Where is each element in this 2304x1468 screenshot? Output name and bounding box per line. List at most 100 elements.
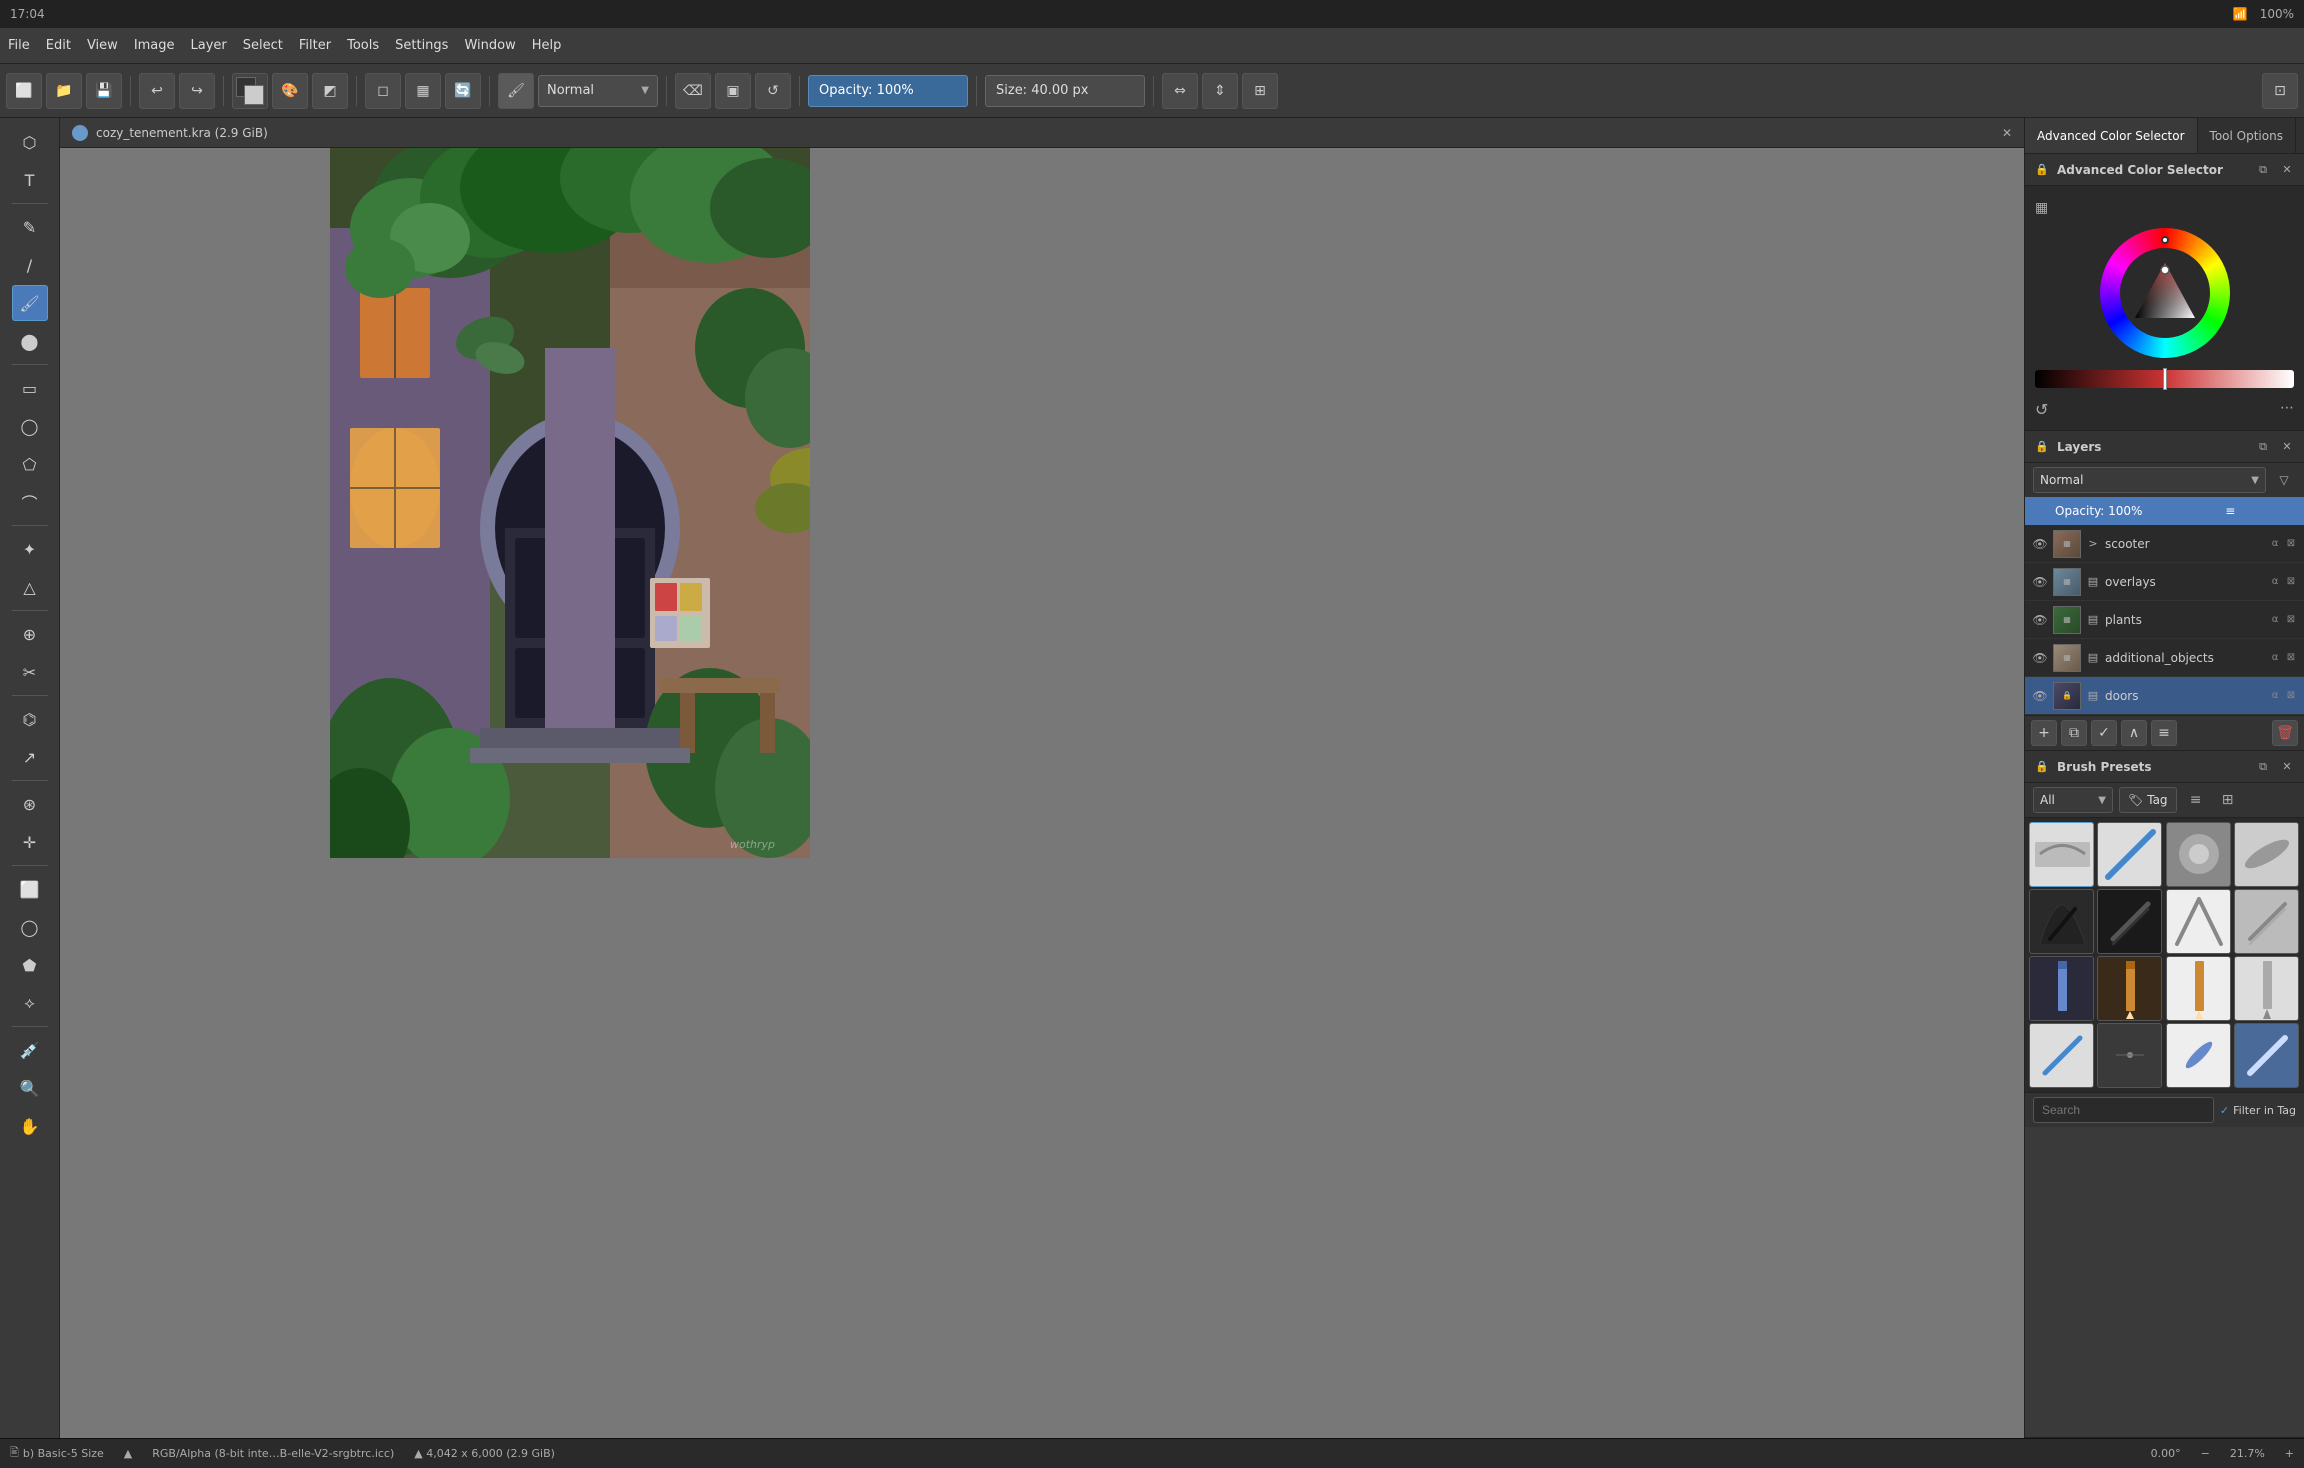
fill-tool[interactable]: ⬤ (12, 323, 48, 359)
vector-tool[interactable]: △ (12, 569, 48, 605)
polyline-tool[interactable]: ⌒ (12, 484, 48, 520)
rect-select[interactable]: ⬜ (12, 871, 48, 907)
zoom-tool[interactable]: 🔍 (12, 1070, 48, 1106)
brush-preset-15[interactable] (2166, 1023, 2231, 1088)
color-swatch-fg[interactable] (232, 73, 268, 109)
layers-float-button[interactable]: ⧉ (2254, 438, 2272, 456)
color-selector-close-button[interactable]: ✕ (2278, 161, 2296, 179)
size-display[interactable]: Size: 40.00 px (985, 75, 1145, 107)
freehand-select[interactable]: ⬟ (12, 947, 48, 983)
layer-eye-additional-objects[interactable]: 👁 (2031, 649, 2049, 667)
layer-properties-button[interactable]: ≡ (2151, 720, 2177, 746)
checker-button[interactable]: ▣ (715, 73, 751, 109)
add-layer-button[interactable]: + (2031, 720, 2057, 746)
blend-mode-select[interactable]: Normal ▼ (538, 75, 658, 107)
brush-preset-3[interactable] (2166, 822, 2231, 887)
duplicate-layer-button[interactable]: ⧉ (2061, 720, 2087, 746)
tab-tool-options[interactable]: Tool Options (2198, 118, 2296, 153)
brush-presets-close-button[interactable]: ✕ (2278, 758, 2296, 776)
path-tool[interactable]: ✦ (12, 531, 48, 567)
transform-tool[interactable]: ⊕ (12, 616, 48, 652)
warp-tool[interactable]: ↗ (12, 739, 48, 775)
line-tool[interactable]: / (12, 247, 48, 283)
save-button[interactable]: 💾 (86, 73, 122, 109)
menu-tools[interactable]: Tools (347, 38, 379, 53)
color-settings-icon[interactable]: ⋯ (2280, 400, 2294, 420)
ellipse-select[interactable]: ◯ (12, 909, 48, 945)
brush-preset-9[interactable] (2029, 956, 2094, 1021)
menu-file[interactable]: File (8, 38, 30, 53)
mirror-v-button[interactable]: ⇕ (1202, 73, 1238, 109)
layer-item-additional-objects[interactable]: 👁 ▦ ▤ additional_objects α ⊠ (2025, 639, 2304, 677)
layer-item-plants[interactable]: 👁 ▦ ▤ plants α ⊠ (2025, 601, 2304, 639)
contiguous-select[interactable]: ⟡ (12, 985, 48, 1021)
brush-preset-7[interactable] (2166, 889, 2231, 954)
layers-menu-button[interactable]: ≡ (2165, 504, 2297, 518)
brush-presets-float-button[interactable]: ⧉ (2254, 758, 2272, 776)
menu-settings[interactable]: Settings (395, 38, 448, 53)
freehand-tool[interactable]: ✎ (12, 209, 48, 245)
mirror-h-button[interactable]: ⇔ (1162, 73, 1198, 109)
color-triangle-area[interactable] (2120, 248, 2210, 338)
layers-filter-button[interactable]: ▽ (2272, 468, 2296, 492)
menu-select[interactable]: Select (243, 38, 283, 53)
menu-edit[interactable]: Edit (46, 38, 71, 53)
move-layer-down-button[interactable]: ✓ (2091, 720, 2117, 746)
brush-grid-view-button[interactable]: ⊞ (2215, 787, 2241, 813)
redo-button[interactable]: ↪ (179, 73, 215, 109)
color-value-slider[interactable] (2035, 370, 2294, 388)
new-document-button[interactable]: ⬜ (6, 73, 42, 109)
brush-preset-16[interactable] (2234, 1023, 2299, 1088)
status-zoom-decrease[interactable]: − (2201, 1447, 2210, 1460)
refresh-button[interactable]: ↺ (755, 73, 791, 109)
dock-button[interactable]: ⊡ (2262, 73, 2298, 109)
mesh-tool[interactable]: ⌬ (12, 701, 48, 737)
menu-layer[interactable]: Layer (191, 38, 227, 53)
menu-view[interactable]: View (87, 38, 118, 53)
canvas-content[interactable]: wothryp (60, 148, 2024, 1438)
eraser-icon[interactable]: ⌫ (675, 73, 711, 109)
brush-preset-12[interactable] (2234, 956, 2299, 1021)
tab-advanced-color-selector[interactable]: Advanced Color Selector (2025, 118, 2198, 153)
color-wheel-container[interactable] (2100, 228, 2230, 358)
healing-tool[interactable]: ✛ (12, 824, 48, 860)
brush-settings-button[interactable]: ◩ (312, 73, 348, 109)
layer-eye-plants[interactable]: 👁 (2031, 611, 2049, 629)
brush-category-select[interactable]: All ▼ (2033, 787, 2113, 813)
fill-pattern-button[interactable]: ▦ (405, 73, 441, 109)
brush-tool[interactable]: 🖌 (12, 285, 48, 321)
brush-preset-11[interactable] (2166, 956, 2231, 1021)
color-wheel-handle[interactable] (2161, 236, 2169, 244)
delete-layer-button[interactable]: 🗑 (2272, 720, 2298, 746)
polygon-tool[interactable]: ⬠ (12, 446, 48, 482)
color-button-2[interactable]: 🎨 (272, 73, 308, 109)
layer-eye-doors[interactable]: 👁 (2031, 687, 2049, 705)
pan-tool[interactable]: ✋ (12, 1108, 48, 1144)
brush-preset-10[interactable] (2097, 956, 2162, 1021)
ellipse-tool[interactable]: ◯ (12, 408, 48, 444)
status-zoom-increase[interactable]: + (2285, 1447, 2294, 1460)
brush-search-input[interactable] (2033, 1097, 2214, 1123)
opacity-display[interactable]: Opacity: 100% (808, 75, 968, 107)
layer-item-overlays[interactable]: 👁 ▦ ▤ overlays α ⊠ (2025, 563, 2304, 601)
rectangle-tool[interactable]: ▭ (12, 370, 48, 406)
color-grid-icon[interactable]: ▦ (2035, 200, 2048, 216)
menu-window[interactable]: Window (464, 38, 515, 53)
brush-icon[interactable]: 🖌 (498, 73, 534, 109)
brush-preset-13[interactable] (2029, 1023, 2094, 1088)
eraser-button[interactable]: ◻ (365, 73, 401, 109)
color-value-handle[interactable] (2163, 368, 2167, 390)
layers-close-button[interactable]: ✕ (2278, 438, 2296, 456)
brush-preset-5[interactable] (2029, 889, 2094, 954)
undo-button[interactable]: ↩ (139, 73, 175, 109)
layer-item-doors[interactable]: 👁 🔒 ▤ doors α ⊠ (2025, 677, 2304, 715)
menu-filter[interactable]: Filter (299, 38, 331, 53)
color-selector-float-button[interactable]: ⧉ (2254, 161, 2272, 179)
canvas-close-button[interactable]: ✕ (2002, 126, 2012, 140)
layer-eye-overlays[interactable]: 👁 (2031, 573, 2049, 591)
layers-opacity-row[interactable]: Opacity: 100% ≡ (2025, 497, 2304, 525)
layers-blend-mode-select[interactable]: Normal ▼ (2033, 467, 2266, 493)
color-picker[interactable]: 💉 (12, 1032, 48, 1068)
brush-preset-8[interactable] (2234, 889, 2299, 954)
menu-image[interactable]: Image (134, 38, 175, 53)
